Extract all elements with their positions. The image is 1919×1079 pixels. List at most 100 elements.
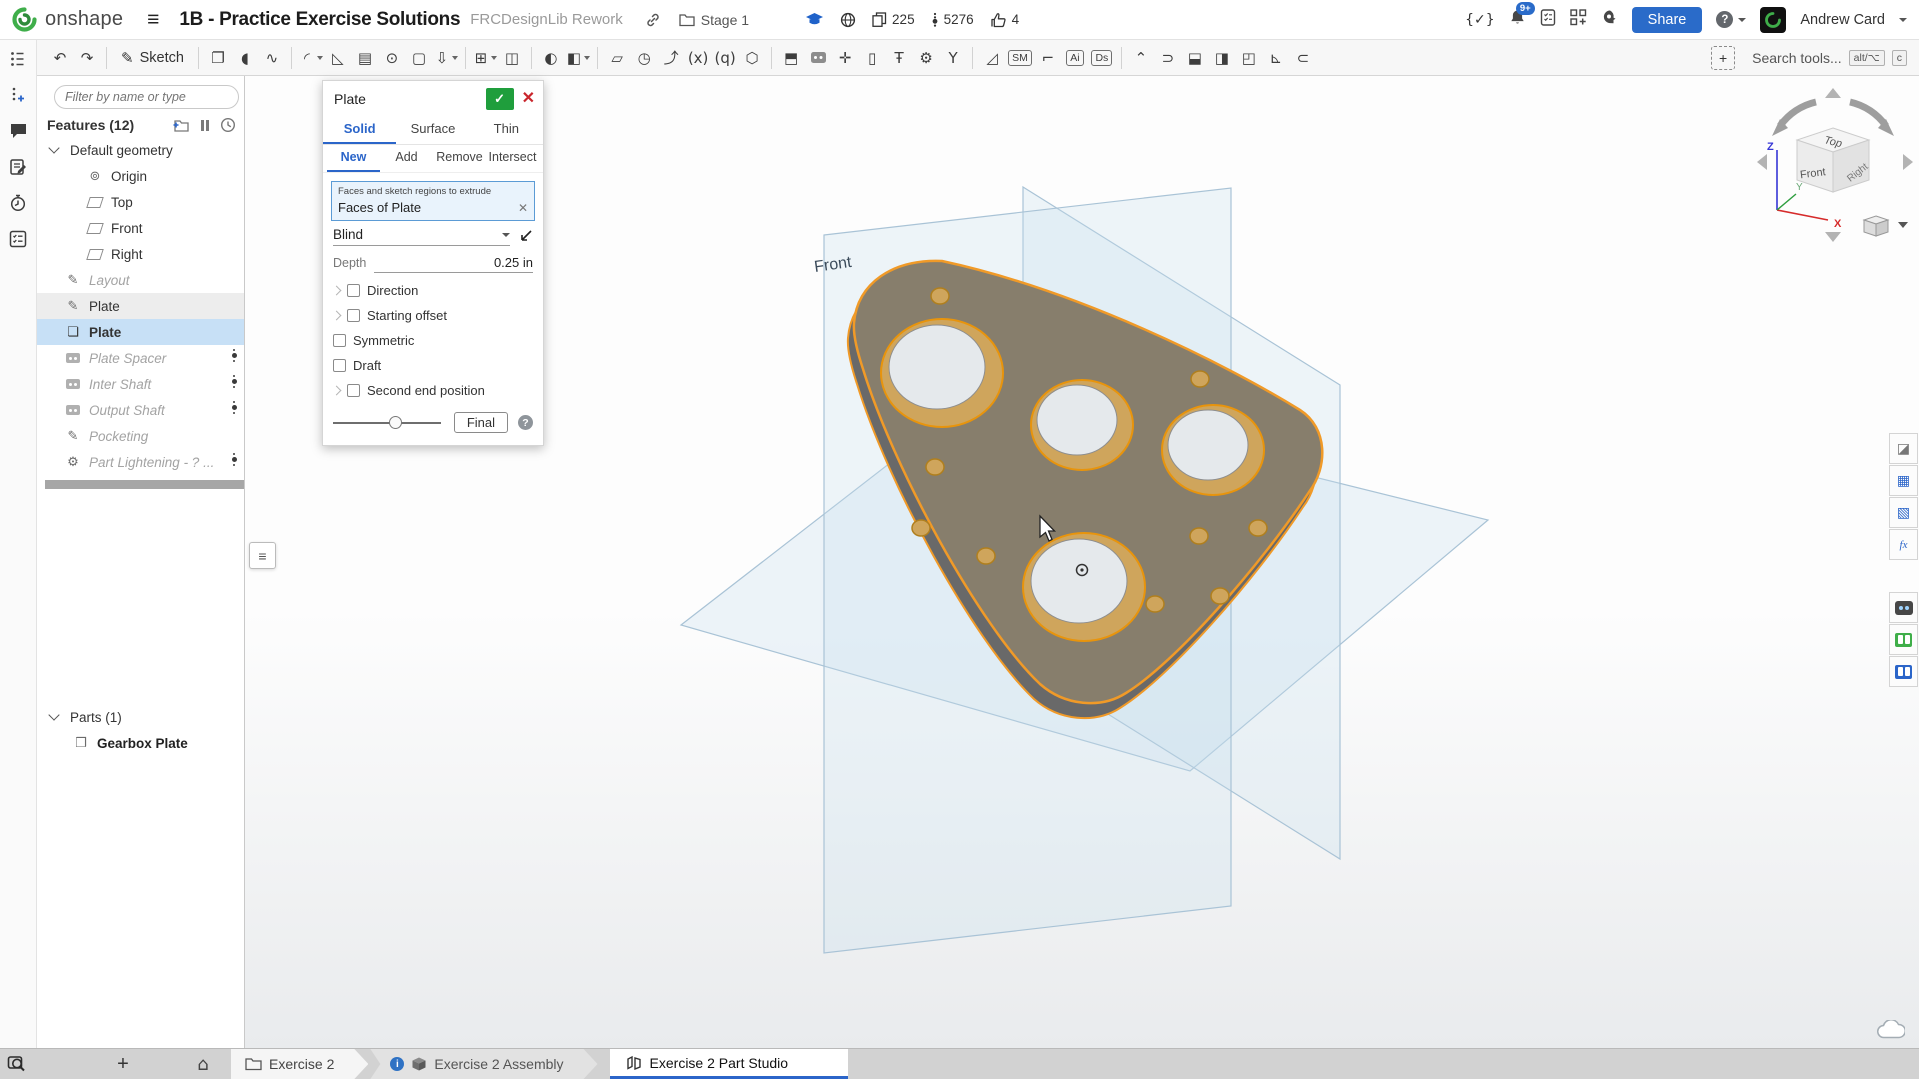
tab-exercise-2-part-studio[interactable]: Exercise 2 Part Studio — [610, 1049, 849, 1079]
extrude-icon[interactable]: ❐ — [205, 45, 231, 71]
link-icon[interactable] — [645, 12, 661, 28]
transform-icon[interactable]: ⤴ — [658, 45, 684, 71]
thicken-icon[interactable]: ⇩ — [433, 45, 459, 71]
document-title[interactable]: 1B - Practice Exercise Solutions — [179, 9, 460, 31]
search-tools[interactable]: + Search tools... alt/⌥ c — [1711, 46, 1911, 70]
feature-row[interactable]: ⚙ Part Lightening - ? ... — [37, 449, 244, 475]
direction-checkbox[interactable] — [347, 284, 360, 297]
new-tab-button[interactable]: + — [111, 1053, 135, 1076]
hem-icon[interactable]: ⊃ — [1155, 45, 1181, 71]
search-tabs-icon[interactable] — [7, 1054, 27, 1074]
sketch-button[interactable]: ✎ Sketch — [113, 46, 192, 70]
notes-icon[interactable] — [7, 156, 29, 178]
sheet-metal-bend-icon[interactable]: ◿ — [979, 45, 1005, 71]
op-remove[interactable]: Remove — [433, 145, 486, 172]
variable-icon[interactable]: (x) — [685, 45, 711, 71]
funnel-icon[interactable]: Y — [940, 45, 966, 71]
variables-table-button[interactable]: fx — [1889, 529, 1918, 560]
custom-feature-robot-icon[interactable] — [805, 45, 831, 71]
appearance-panel-button[interactable]: ◪ — [1889, 433, 1918, 464]
user-name[interactable]: Andrew Card — [1800, 12, 1885, 28]
instance-slider[interactable] — [232, 375, 238, 388]
view-options-button[interactable] — [1864, 216, 1908, 236]
primitive-icon[interactable]: ⬒ — [778, 45, 804, 71]
filter-input[interactable] — [54, 85, 239, 109]
parts-header[interactable]: Parts (1) — [37, 704, 244, 730]
shell-icon[interactable]: ▢ — [406, 45, 432, 71]
sheet-metal-model-icon[interactable]: SM — [1006, 45, 1034, 71]
feature-row[interactable]: ❏ Plate — [37, 319, 244, 345]
history-timer-icon[interactable] — [7, 192, 29, 214]
onshape-logo[interactable]: onshape — [12, 7, 123, 32]
insert-icon[interactable] — [7, 84, 29, 106]
custom-features-button[interactable] — [1889, 592, 1918, 623]
fillet-icon[interactable]: ◜ — [298, 45, 324, 71]
rollback-history-icon[interactable] — [220, 117, 236, 133]
preview-slider-handle[interactable] — [389, 416, 402, 429]
second-end-checkbox[interactable] — [347, 384, 360, 397]
preview-slider[interactable] — [333, 422, 441, 424]
help-icon[interactable]: ? — [518, 415, 533, 430]
feature-row[interactable]: Front — [37, 215, 244, 241]
standard-content-button[interactable] — [1889, 624, 1918, 655]
tab-exercise-2-assembly[interactable]: i Exercise 2 Assembly — [370, 1049, 597, 1079]
flatten-icon[interactable]: ⬓ — [1182, 45, 1208, 71]
feature-row[interactable]: Output Shaft — [37, 397, 244, 423]
properties-checklist-icon[interactable] — [7, 228, 29, 250]
bearing-hole-2[interactable] — [1031, 380, 1133, 470]
mirror-icon[interactable]: ◫ — [499, 45, 525, 71]
expand-chevron-icon[interactable] — [332, 286, 342, 296]
feature-row[interactable]: Top — [37, 189, 244, 215]
part-item[interactable]: ❒ Gearbox Plate — [37, 730, 244, 756]
feature-row[interactable]: Plate Spacer — [37, 345, 244, 371]
instance-slider[interactable] — [232, 453, 238, 466]
featurescript-check-icon[interactable]: {✓} — [1465, 12, 1495, 28]
accept-button[interactable]: ✓ — [486, 88, 514, 110]
loft-icon[interactable]: ▤ — [352, 45, 378, 71]
tab-thin[interactable]: Thin — [470, 116, 543, 144]
routing-icon[interactable]: ▯ — [859, 45, 885, 71]
chamfer-icon[interactable]: ◺ — [325, 45, 351, 71]
op-add[interactable]: Add — [380, 145, 433, 172]
learning-center-button[interactable] — [1601, 9, 1618, 31]
new-folder-icon[interactable] — [172, 118, 190, 133]
helix-icon[interactable]: ◷ — [631, 45, 657, 71]
measure-icon[interactable]: ⊾ — [1263, 45, 1289, 71]
feature-row[interactable]: Inter Shaft — [37, 371, 244, 397]
fastener-icon[interactable]: Ŧ — [886, 45, 912, 71]
bearing-hole-3[interactable] — [1162, 405, 1264, 495]
main-menu-icon[interactable]: ≡ — [147, 9, 159, 30]
user-avatar[interactable] — [1760, 7, 1786, 33]
op-new[interactable]: New — [327, 145, 380, 172]
rotate-right-step-arrow[interactable] — [1903, 154, 1913, 170]
frame-icon[interactable]: ⬡ — [739, 45, 765, 71]
document-location[interactable]: Stage 1 — [679, 12, 749, 28]
undo-icon[interactable]: ↶ — [47, 45, 73, 71]
app-store-button[interactable] — [1570, 9, 1587, 31]
symmetric-checkbox[interactable] — [333, 334, 346, 347]
corner-icon[interactable]: ◰ — [1236, 45, 1262, 71]
tasks-button[interactable] — [1540, 9, 1556, 31]
rotate-left-arrow[interactable] — [1780, 102, 1816, 126]
suspend-icon[interactable] — [201, 120, 210, 131]
feature-list-options-button[interactable]: ≡ — [249, 542, 276, 569]
feature-row[interactable]: Default geometry — [37, 137, 244, 163]
revolve-icon[interactable]: ◖ — [232, 45, 258, 71]
cancel-button[interactable]: ✕ — [522, 91, 535, 107]
instance-slider[interactable] — [232, 349, 238, 362]
ai-advisor-icon[interactable]: Ai — [1062, 45, 1088, 71]
view-cube[interactable]: Top Front Right Z X Y — [1752, 84, 1918, 246]
design-studio-icon[interactable]: Ds — [1089, 45, 1115, 71]
depth-input[interactable]: 0.25 in — [374, 255, 533, 273]
tab-exercise-2[interactable]: Exercise 2 — [231, 1049, 368, 1079]
hole-icon[interactable]: ⊙ — [379, 45, 405, 71]
plane-icon[interactable]: ▱ — [604, 45, 630, 71]
feature-row[interactable]: ✎ Layout — [37, 267, 244, 293]
linear-pattern-icon[interactable]: ⊞ — [472, 45, 498, 71]
draft-checkbox[interactable] — [333, 359, 346, 372]
documentation-button[interactable] — [1889, 656, 1918, 687]
comment-icon[interactable] — [7, 120, 29, 142]
end-condition-select[interactable]: Blind — [333, 227, 510, 246]
bearing-hole-1[interactable] — [881, 319, 1003, 427]
final-button[interactable]: Final — [454, 412, 508, 433]
